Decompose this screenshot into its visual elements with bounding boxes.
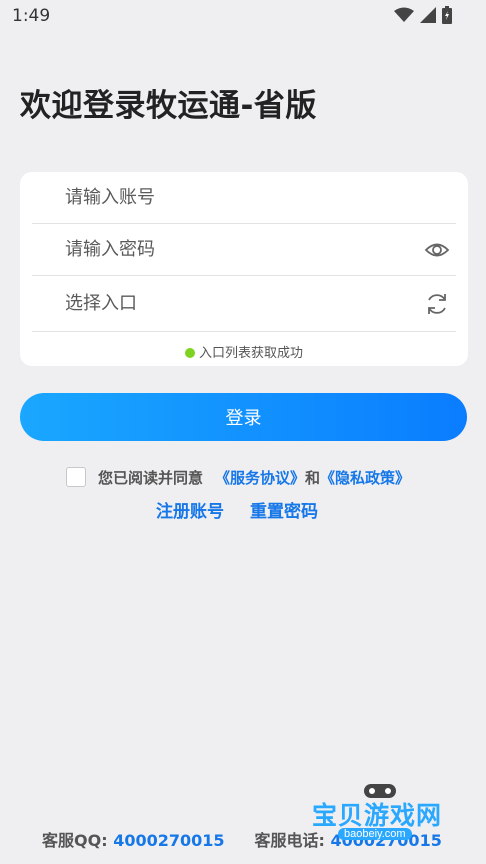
watermark-text: 宝贝游戏网 bbox=[312, 801, 443, 830]
agreement-and: 和 bbox=[305, 468, 321, 487]
account-input[interactable] bbox=[65, 172, 406, 223]
watermark-url: baobeiy.com bbox=[338, 828, 412, 840]
agreement-prefix: 您已阅读并同意 bbox=[98, 468, 204, 487]
signal-icon bbox=[420, 7, 436, 23]
entry-status: 入口列表获取成功 bbox=[20, 342, 468, 361]
status-time: 1:49 bbox=[12, 6, 51, 26]
entry-status-text: 入口列表获取成功 bbox=[198, 346, 303, 361]
watermark: 宝贝游戏网 baobeiy.com bbox=[312, 778, 452, 848]
agreement-row: 您已阅读并同意 《服务协议》 和 《隐私政策》 bbox=[66, 466, 410, 488]
action-links: 注册账号 重置密码 bbox=[156, 497, 318, 522]
entry-row[interactable] bbox=[32, 276, 456, 332]
status-icons bbox=[394, 6, 452, 24]
qq-number[interactable]: 4000270015 bbox=[113, 831, 224, 850]
page-title: 欢迎登录牧运通-省版 bbox=[20, 88, 317, 124]
success-dot bbox=[184, 348, 195, 358]
account-row bbox=[32, 172, 456, 224]
refresh-icon[interactable] bbox=[424, 291, 450, 317]
password-row bbox=[32, 224, 456, 276]
privacy-policy-link[interactable]: 《隐私政策》 bbox=[320, 467, 410, 488]
entry-select[interactable] bbox=[65, 276, 406, 331]
eye-icon[interactable] bbox=[424, 237, 450, 263]
login-button[interactable]: 登录 bbox=[20, 393, 467, 441]
status-bar: 1:49 bbox=[0, 0, 486, 34]
qq-contact: 客服QQ: 4000270015 bbox=[42, 827, 225, 851]
wifi-icon bbox=[394, 7, 414, 22]
battery-icon bbox=[442, 6, 452, 24]
reset-password-link[interactable]: 重置密码 bbox=[250, 497, 318, 522]
qq-label: 客服QQ: bbox=[42, 831, 108, 850]
password-input[interactable] bbox=[65, 224, 406, 275]
register-link[interactable]: 注册账号 bbox=[156, 497, 224, 522]
agree-checkbox[interactable] bbox=[66, 467, 86, 487]
service-agreement-link[interactable]: 《服务协议》 bbox=[215, 467, 305, 488]
login-form-card: 入口列表获取成功 bbox=[20, 172, 468, 366]
